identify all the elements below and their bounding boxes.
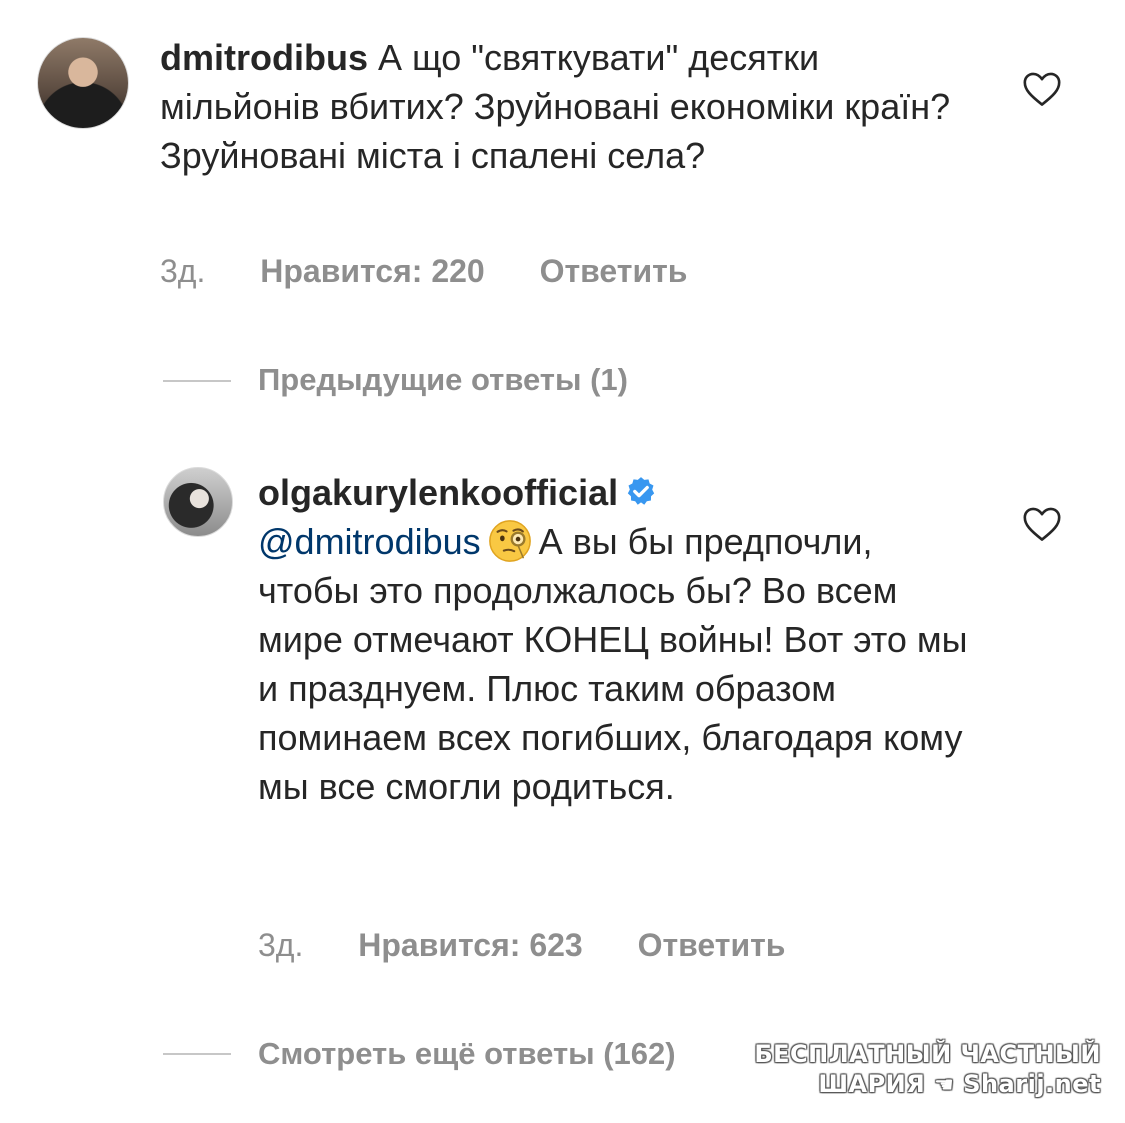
comment-time: 3д. xyxy=(258,927,304,963)
watermark-line-2-left: ШАРИЯ xyxy=(818,1070,926,1098)
pointing-hand-icon: ☚ xyxy=(934,1073,955,1098)
comment-olgakurylenkoofficial: olgakurylenkoofficial @dmitrodibus А вы … xyxy=(258,468,978,811)
likes-count[interactable]: Нравится: 220 xyxy=(260,253,484,289)
avatar-dmitrodibus[interactable] xyxy=(37,37,129,129)
heart-outline-icon[interactable] xyxy=(1022,506,1062,542)
comment-text: А вы бы предпочли, чтобы это продолжалос… xyxy=(258,521,968,807)
replies-divider xyxy=(163,1053,231,1055)
view-more-replies-button[interactable]: Смотреть ещё ответы (162) xyxy=(258,1036,676,1072)
previous-replies-button[interactable]: Предыдущие ответы (1) xyxy=(258,362,628,398)
watermark: БЕСПЛАТНЫЙ ЧАСТНЫЙ ШАРИЯ ☚ Sharij.net xyxy=(754,1039,1101,1101)
avatar-olgakurylenkoofficial[interactable] xyxy=(163,467,233,537)
heart-outline-icon[interactable] xyxy=(1022,71,1062,107)
username-dmitrodibus[interactable]: dmitrodibus xyxy=(160,37,368,78)
likes-count[interactable]: Нравится: 623 xyxy=(358,927,582,963)
comment-meta: 3д. Нравится: 220 Ответить xyxy=(160,253,687,290)
watermark-line-2-right: Sharij.net xyxy=(963,1070,1101,1098)
reply-button[interactable]: Ответить xyxy=(638,927,786,963)
watermark-line-1: БЕСПЛАТНЫЙ ЧАСТНЫЙ xyxy=(754,1040,1101,1068)
mention-link[interactable]: @dmitrodibus xyxy=(258,521,481,562)
face-with-monocle-icon xyxy=(488,520,531,562)
reply-button[interactable]: Ответить xyxy=(540,253,688,289)
comment-dmitrodibus: dmitrodibus А що "святкувати" десятки мі… xyxy=(160,33,960,180)
comment-time: 3д. xyxy=(160,253,206,289)
replies-divider xyxy=(163,380,231,382)
comment-meta: 3д. Нравится: 623 Ответить xyxy=(258,927,785,964)
username-olgakurylenkoofficial[interactable]: olgakurylenkoofficial xyxy=(258,472,618,513)
verified-badge-icon xyxy=(627,477,655,505)
